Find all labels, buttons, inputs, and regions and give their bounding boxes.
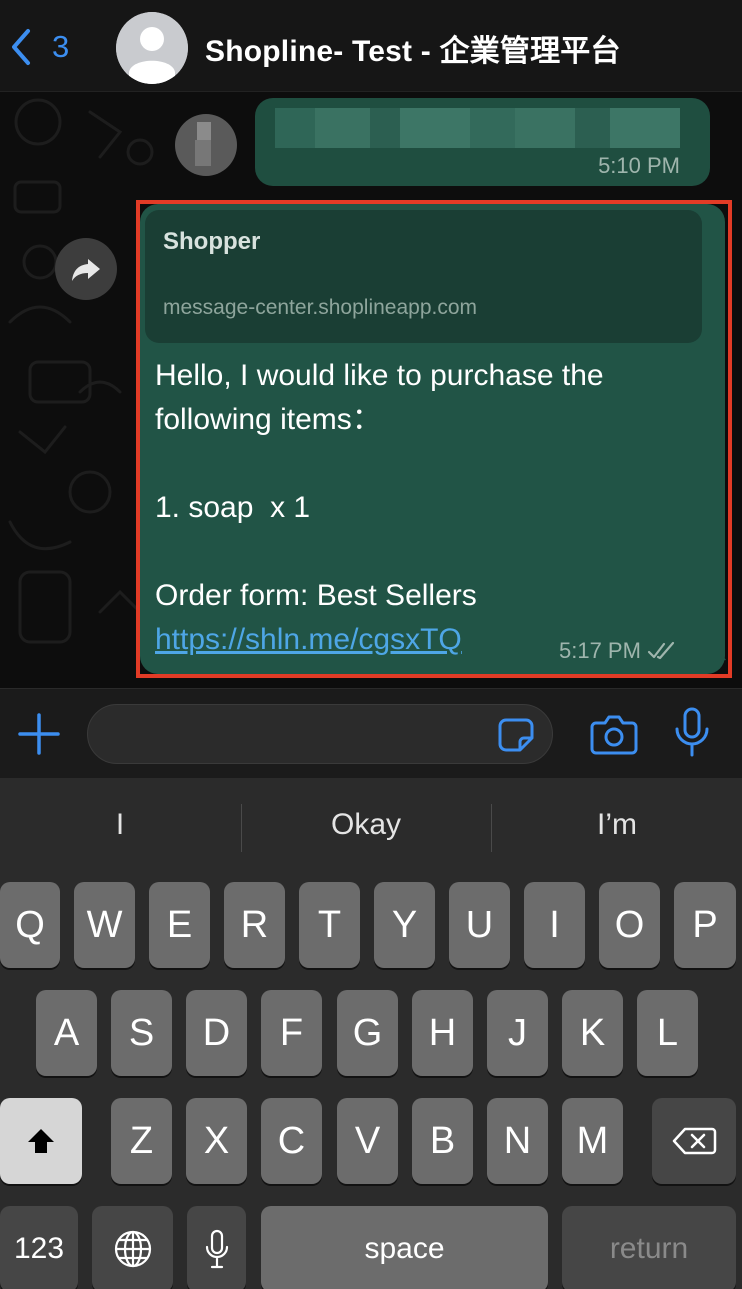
shift-key[interactable] — [0, 1098, 82, 1184]
key-d[interactable]: D — [186, 990, 247, 1076]
globe-key[interactable] — [92, 1206, 173, 1289]
key-v[interactable]: V — [337, 1098, 398, 1184]
message-input-bar — [0, 688, 742, 778]
key-u[interactable]: U — [449, 882, 510, 968]
forward-icon — [72, 259, 100, 281]
key-h[interactable]: H — [412, 990, 473, 1076]
key-s[interactable]: S — [111, 990, 172, 1076]
key-c[interactable]: C — [261, 1098, 322, 1184]
suggestion-bar: I Okay I’m — [0, 778, 742, 878]
chat-area[interactable]: 5:10 PM Shopper message-center.shoplinea… — [0, 92, 742, 688]
key-l[interactable]: L — [637, 990, 698, 1076]
suggestion-item[interactable]: I’m — [492, 808, 742, 842]
key-y[interactable]: Y — [374, 882, 435, 968]
return-key[interactable]: return — [562, 1206, 736, 1289]
suggestion-item[interactable]: Okay — [242, 808, 490, 842]
key-n[interactable]: N — [487, 1098, 548, 1184]
key-w[interactable]: W — [74, 882, 135, 968]
sender-avatar-pixelated — [175, 114, 237, 176]
highlight-frame — [136, 200, 732, 678]
shift-arrow-icon — [28, 1129, 54, 1153]
outgoing-message-bubble[interactable]: 5:10 PM — [255, 98, 710, 186]
camera-icon[interactable] — [590, 711, 638, 757]
key-x[interactable]: X — [186, 1098, 247, 1184]
key-t[interactable]: T — [299, 882, 360, 968]
key-g[interactable]: G — [337, 990, 398, 1076]
message-time: 5:10 PM — [598, 153, 680, 178]
chat-title[interactable]: Shopline- Test - 企業管理平台 — [205, 26, 621, 70]
keyboard: I Okay I’m Q W E R T Y U I O P A S D F G… — [0, 778, 742, 1289]
dictation-key[interactable] — [187, 1206, 246, 1289]
message-input[interactable] — [87, 704, 553, 764]
unread-count: 3 — [52, 29, 70, 64]
back-button[interactable]: 3 — [6, 24, 69, 70]
key-r[interactable]: R — [224, 882, 285, 968]
key-o[interactable]: O — [599, 882, 660, 968]
key-m[interactable]: M — [562, 1098, 623, 1184]
key-j[interactable]: J — [487, 990, 548, 1076]
key-p[interactable]: P — [674, 882, 736, 968]
key-q[interactable]: Q — [0, 882, 60, 968]
key-i[interactable]: I — [524, 882, 585, 968]
chat-header: 3 Shopline- Test - 企業管理平台 — [0, 0, 742, 92]
key-z[interactable]: Z — [111, 1098, 172, 1184]
globe-icon — [114, 1230, 151, 1268]
microphone-icon — [205, 1229, 228, 1269]
sticker-icon[interactable] — [498, 718, 534, 752]
contact-avatar[interactable] — [116, 12, 188, 84]
blurred-message-text — [275, 108, 680, 148]
numbers-key[interactable]: 123 — [0, 1206, 78, 1289]
key-a[interactable]: A — [36, 990, 97, 1076]
suggestion-item[interactable]: I — [0, 808, 240, 842]
forward-button[interactable] — [55, 238, 117, 300]
backspace-icon — [672, 1127, 717, 1155]
backspace-key[interactable] — [652, 1098, 736, 1184]
key-k[interactable]: K — [562, 990, 623, 1076]
microphone-icon[interactable] — [672, 707, 712, 757]
key-e[interactable]: E — [149, 882, 210, 968]
person-icon — [116, 12, 188, 84]
key-f[interactable]: F — [261, 990, 322, 1076]
key-b[interactable]: B — [412, 1098, 473, 1184]
space-key[interactable]: space — [261, 1206, 548, 1289]
chevron-left-icon — [12, 29, 30, 65]
plus-icon[interactable] — [16, 711, 62, 757]
